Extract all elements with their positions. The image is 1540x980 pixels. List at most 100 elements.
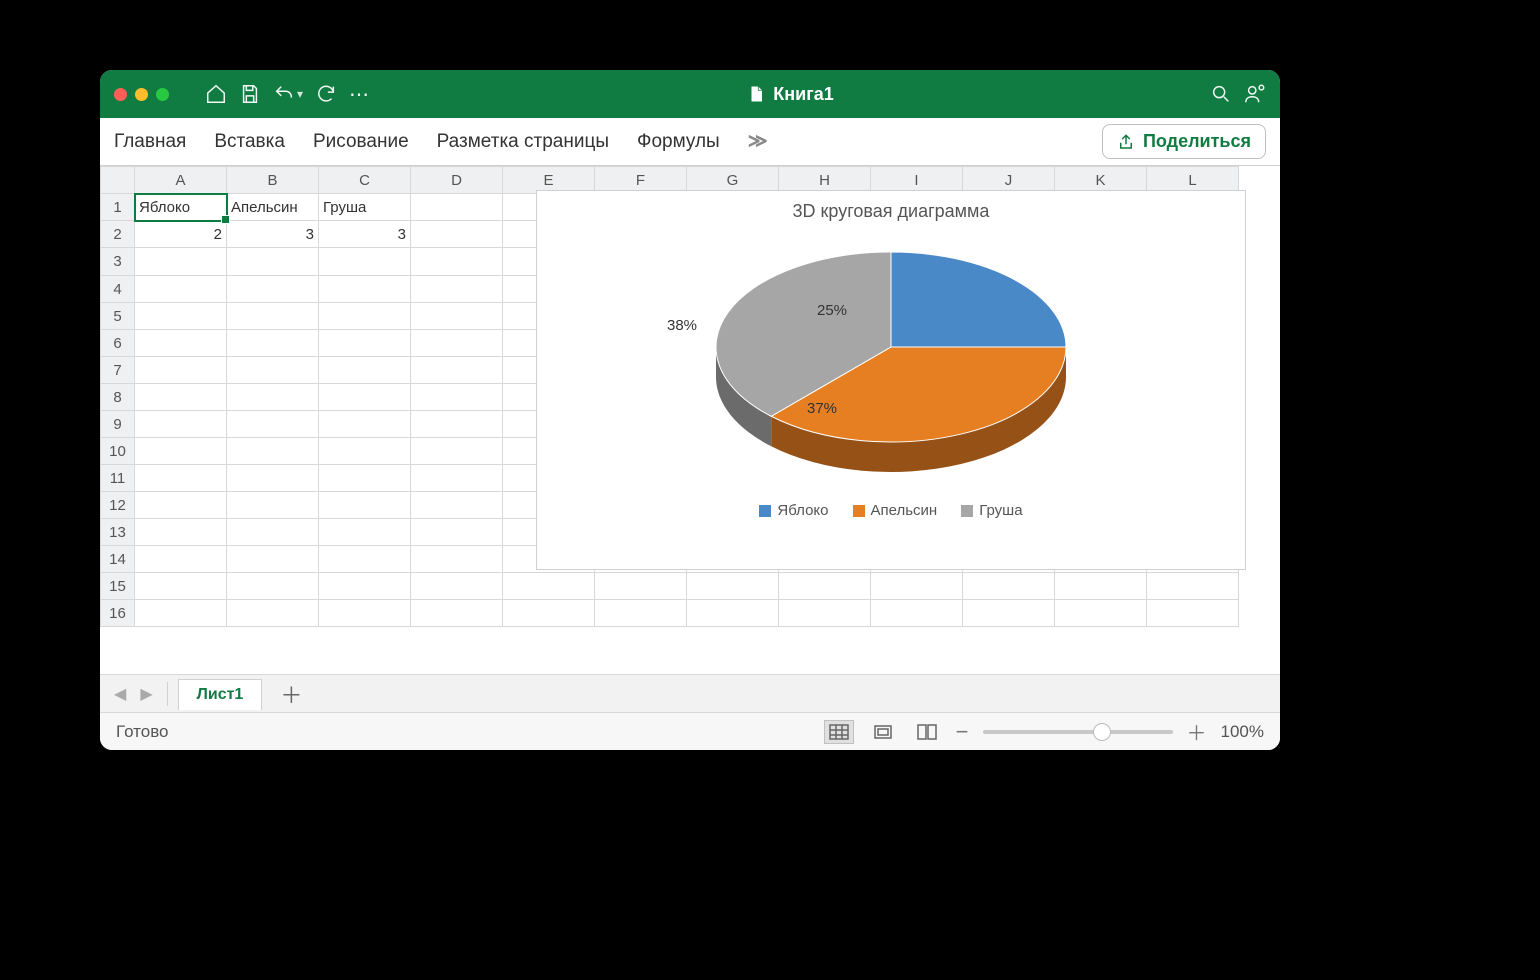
cell[interactable] — [871, 600, 963, 627]
undo-dropdown-icon[interactable]: ▾ — [297, 87, 303, 101]
cell[interactable] — [1055, 600, 1147, 627]
cell[interactable] — [135, 465, 227, 492]
cell[interactable] — [411, 438, 503, 465]
chart-object[interactable]: 3D круговая диаграмма 25% 37% 38% Яблоко… — [536, 190, 1246, 570]
cell[interactable] — [687, 573, 779, 600]
ribbon-more-icon[interactable]: ≫ — [748, 130, 768, 153]
save-icon[interactable] — [239, 83, 261, 105]
tab-draw[interactable]: Рисование — [313, 131, 409, 153]
cell[interactable] — [963, 573, 1055, 600]
cell[interactable] — [503, 573, 595, 600]
close-window-button[interactable] — [114, 88, 127, 101]
zoom-in-button[interactable]: ＋ — [1187, 717, 1207, 746]
cell[interactable] — [319, 600, 411, 627]
view-pagebreak-button[interactable] — [912, 720, 942, 744]
cell[interactable] — [227, 600, 319, 627]
cell[interactable] — [227, 519, 319, 546]
cell-C2[interactable]: 3 — [319, 221, 411, 248]
cell[interactable] — [135, 276, 227, 303]
cell[interactable] — [411, 194, 503, 221]
cell[interactable] — [503, 600, 595, 627]
cell[interactable] — [411, 248, 503, 275]
row-header[interactable]: 14 — [101, 546, 135, 573]
search-icon[interactable] — [1210, 83, 1232, 105]
row-header[interactable]: 11 — [101, 465, 135, 492]
cell[interactable] — [595, 600, 687, 627]
cell[interactable] — [227, 357, 319, 384]
redo-icon[interactable] — [315, 83, 337, 105]
tab-nav-prev-icon[interactable]: ◀ — [110, 684, 130, 704]
cell[interactable] — [135, 357, 227, 384]
undo-icon[interactable] — [273, 83, 295, 105]
col-header[interactable]: D — [411, 167, 503, 194]
more-icon[interactable]: ⋯ — [349, 83, 371, 105]
cell[interactable] — [227, 276, 319, 303]
cell-A2[interactable]: 2 — [135, 221, 227, 248]
cell-B2[interactable]: 3 — [227, 221, 319, 248]
zoom-out-button[interactable]: − — [956, 719, 969, 745]
cell[interactable] — [319, 438, 411, 465]
tab-pagelayout[interactable]: Разметка страницы — [437, 131, 609, 153]
cell[interactable] — [227, 411, 319, 438]
row-header[interactable]: 1 — [101, 194, 135, 221]
cell[interactable] — [227, 573, 319, 600]
cell[interactable] — [319, 492, 411, 519]
cell[interactable] — [319, 546, 411, 573]
col-header[interactable]: C — [319, 167, 411, 194]
cell[interactable] — [411, 519, 503, 546]
col-header[interactable]: A — [135, 167, 227, 194]
cell[interactable] — [319, 411, 411, 438]
cell-B1[interactable]: Апельсин — [227, 194, 319, 221]
cell[interactable] — [227, 384, 319, 411]
cell[interactable] — [963, 600, 1055, 627]
cell[interactable] — [319, 303, 411, 330]
minimize-window-button[interactable] — [135, 88, 148, 101]
row-header[interactable]: 5 — [101, 303, 135, 330]
cell[interactable] — [135, 492, 227, 519]
cell[interactable] — [227, 546, 319, 573]
cell[interactable] — [411, 276, 503, 303]
cell[interactable] — [411, 465, 503, 492]
cell[interactable] — [1147, 573, 1239, 600]
cell[interactable] — [687, 600, 779, 627]
cell[interactable] — [319, 276, 411, 303]
cell[interactable] — [411, 357, 503, 384]
cell[interactable] — [135, 438, 227, 465]
cell[interactable] — [135, 546, 227, 573]
tab-home[interactable]: Главная — [114, 131, 186, 153]
cell[interactable] — [779, 573, 871, 600]
zoom-thumb[interactable] — [1093, 723, 1111, 741]
cell[interactable] — [319, 519, 411, 546]
cell[interactable] — [135, 330, 227, 357]
row-header[interactable]: 6 — [101, 330, 135, 357]
select-all-corner[interactable] — [101, 167, 135, 194]
cell[interactable] — [411, 573, 503, 600]
cell[interactable] — [135, 519, 227, 546]
cell[interactable] — [411, 384, 503, 411]
cell[interactable] — [411, 411, 503, 438]
cell[interactable] — [135, 411, 227, 438]
cell[interactable] — [1055, 573, 1147, 600]
cell[interactable] — [319, 465, 411, 492]
cell[interactable] — [319, 357, 411, 384]
zoom-slider[interactable] — [983, 730, 1173, 734]
row-header[interactable]: 9 — [101, 411, 135, 438]
row-header[interactable]: 2 — [101, 221, 135, 248]
home-icon[interactable] — [205, 83, 227, 105]
cell[interactable] — [227, 330, 319, 357]
view-normal-button[interactable] — [824, 720, 854, 744]
row-header[interactable]: 7 — [101, 357, 135, 384]
cell-A1[interactable]: Яблоко — [135, 194, 227, 221]
row-header[interactable]: 10 — [101, 438, 135, 465]
row-header[interactable]: 4 — [101, 276, 135, 303]
cell[interactable] — [227, 492, 319, 519]
zoom-level[interactable]: 100% — [1221, 722, 1264, 742]
cell[interactable] — [595, 573, 687, 600]
sheet-area[interactable]: A B C D E F G H I J K L 1 Яблоко Апельси… — [100, 166, 1280, 674]
cell[interactable] — [227, 248, 319, 275]
cell[interactable] — [227, 438, 319, 465]
cell[interactable] — [1147, 600, 1239, 627]
tab-formulas[interactable]: Формулы — [637, 131, 720, 153]
tab-insert[interactable]: Вставка — [214, 131, 285, 153]
coauthor-icon[interactable] — [1244, 83, 1266, 105]
